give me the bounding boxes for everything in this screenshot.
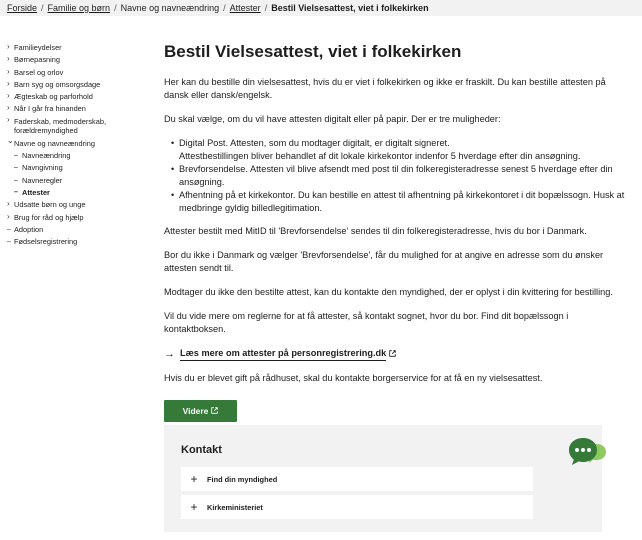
main-content: Bestil Vielsesattest, viet i folkekirken… xyxy=(164,42,630,422)
contact-item-kirkeministeriet[interactable]: + Kirkeministeriet xyxy=(181,495,533,519)
external-link-icon xyxy=(389,348,397,361)
sidebar-item-familieydelser[interactable]: Familieydelser xyxy=(7,41,137,54)
rules-text: Vil du vide mere om reglerne for at få a… xyxy=(164,311,569,334)
sidebar-item-barsel[interactable]: Barsel og orlov xyxy=(7,66,137,79)
plus-icon: + xyxy=(190,500,198,514)
sidebar-subitem-navneregler[interactable]: Navneregler xyxy=(7,175,137,188)
option-digital-post-note: Attestbestillingen bliver behandlet af d… xyxy=(179,151,581,161)
breadcrumb-separator: / xyxy=(41,3,44,13)
readmore-link[interactable]: Læs mere om attester på personregistreri… xyxy=(180,347,387,361)
contact-box: Kontakt + Find din myndighed + Kirkemini… xyxy=(164,425,602,532)
breadcrumb-link-familie-og-boern[interactable]: Familie og børn xyxy=(48,3,111,13)
page-title: Bestil Vielsesattest, viet i folkekirken xyxy=(164,42,462,61)
breadcrumb-current: Bestil Vielsesattest, viet i folkekirken xyxy=(271,3,429,13)
breadcrumb: Forside / Familie og børn / Navne og nav… xyxy=(0,0,642,16)
sidebar-item-barn-syg[interactable]: Barn syg og omsorgsdage xyxy=(7,78,137,91)
delivery-options-list: Digital Post. Attesten, som du modtager … xyxy=(164,137,630,215)
option-brevforsendelse: Brevforsendelse. Attesten vil blive afse… xyxy=(171,163,630,189)
arrow-right-icon: → xyxy=(164,347,175,360)
not-received-text: Modtager du ikke den bestilte attest, ka… xyxy=(164,287,613,297)
sidebar-item-udsatte-boern[interactable]: Udsatte børn og unge xyxy=(7,198,137,211)
contact-item-label: Kirkeministeriet xyxy=(207,502,263,512)
plus-icon: + xyxy=(190,472,198,486)
options-intro-text: Du skal vælge, om du vil have attesten d… xyxy=(164,114,501,124)
abroad-text: Bor du ikke i Danmark og vælger 'Brevfor… xyxy=(164,250,604,273)
continue-button-label: Videre xyxy=(182,406,209,416)
breadcrumb-link-attester[interactable]: Attester xyxy=(230,3,261,13)
option-afhentning: Afhentning på et kirkekontor. Du kan bes… xyxy=(171,189,630,215)
breadcrumb-separator: / xyxy=(264,3,268,13)
raadhus-text: Hvis du er blevet gift på rådhuset, skal… xyxy=(164,373,543,383)
contact-item-find-myndighed[interactable]: + Find din myndighed xyxy=(181,467,533,491)
sidebar-item-adoption[interactable]: Adoption xyxy=(7,224,137,237)
sidebar-item-navne[interactable]: Navne og navneændring xyxy=(7,135,137,150)
sidebar-item-aegteskab[interactable]: Ægteskab og parforhold xyxy=(7,90,137,103)
sidebar-item-foedselsregistrering[interactable]: Fødselsregistrering xyxy=(7,236,137,249)
continue-button[interactable]: Videre xyxy=(164,400,237,422)
sidebar-item-naar-i-gaar[interactable]: Når I går fra hinanden xyxy=(7,102,137,115)
breadcrumb-link-forside[interactable]: Forside xyxy=(7,3,37,13)
sidebar-item-boernepasning[interactable]: Børnepasning xyxy=(7,53,137,66)
sidebar-subitem-navneaendring[interactable]: Navneændring xyxy=(7,150,137,163)
sidebar-subitem-navngivning[interactable]: Navngivning xyxy=(7,162,137,175)
sidebar-nav: Familieydelser Børnepasning Barsel og or… xyxy=(7,41,137,249)
contact-title: Kontakt xyxy=(181,444,222,456)
external-link-icon xyxy=(211,406,219,416)
sidebar-item-faderskab[interactable]: Faderskab, medmoderskab, forældremyndigh… xyxy=(7,115,137,138)
contact-item-label: Find din myndighed xyxy=(207,474,278,484)
option-digital-post-text: Digital Post. Attesten, som du modtager … xyxy=(179,138,450,148)
sidebar-subitem-attester[interactable]: Attester xyxy=(7,187,137,200)
breadcrumb-separator: / xyxy=(223,3,226,13)
option-digital-post: Digital Post. Attesten, som du modtager … xyxy=(171,137,630,163)
breadcrumb-separator: / xyxy=(114,3,117,13)
breadcrumb-item-navne: Navne og navneændring xyxy=(120,3,220,13)
sidebar-item-raad-og-hjaelp[interactable]: Brug for råd og hjælp xyxy=(7,211,137,224)
page-layout: Familieydelser Børnepasning Barsel og or… xyxy=(0,16,642,540)
readmore-link-row: → Læs mere om attester på personregistre… xyxy=(164,347,630,361)
mitid-text: Attester bestilt med MitID til 'Brevfors… xyxy=(164,226,587,236)
intro-text: Her kan du bestille din vielsesattest, h… xyxy=(164,77,606,100)
sidebar-list: Familieydelser Børnepasning Barsel og or… xyxy=(7,41,137,249)
chat-bubbles-icon[interactable] xyxy=(567,436,607,474)
